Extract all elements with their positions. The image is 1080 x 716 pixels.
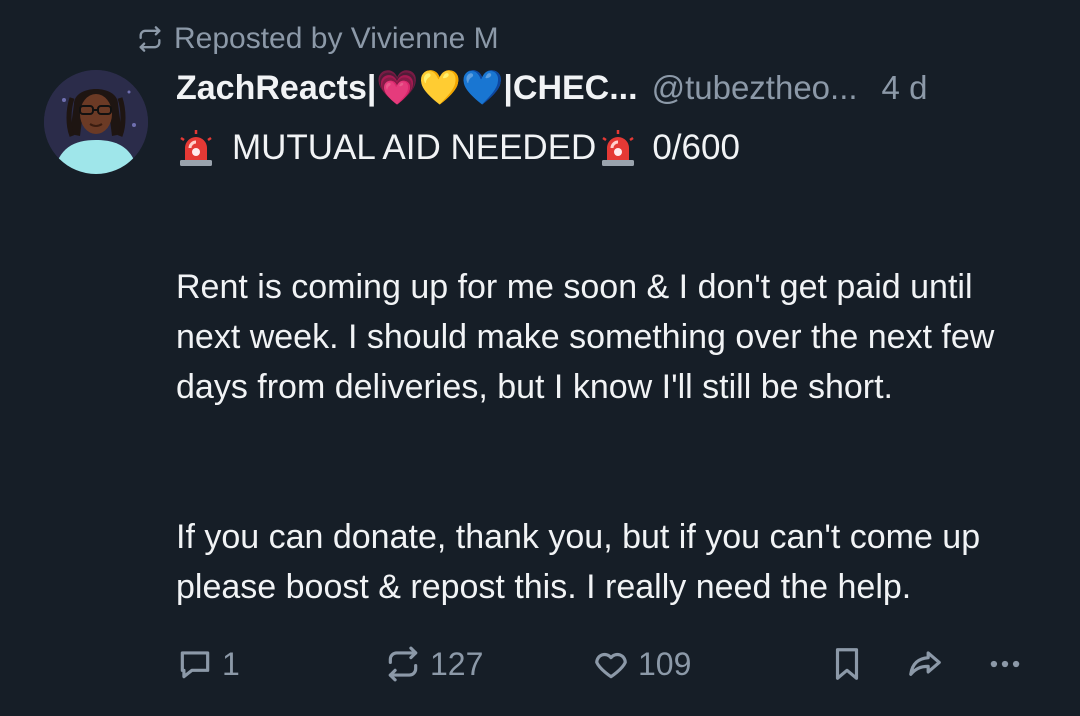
siren-icon	[180, 130, 212, 166]
avatar[interactable]	[44, 70, 148, 174]
repost-button[interactable]: 127	[384, 645, 483, 683]
more-button[interactable]	[986, 645, 1024, 683]
action-bar: 1 127 109	[172, 645, 1032, 689]
post-header: ZachReacts|💗💛💙|CHEC... @tubeztheo... 4 d	[176, 68, 1056, 116]
reply-icon	[180, 651, 210, 679]
repost-icon	[388, 646, 418, 682]
bookmark-button[interactable]	[828, 645, 866, 683]
post-content: ZachReacts|💗💛💙|CHEC... @tubeztheo... 4 d…	[176, 68, 1056, 662]
author-handle[interactable]: @tubeztheo...	[652, 69, 858, 107]
post-card[interactable]: Reposted by Vivienne M ZachReacts|💗💛💙|CH…	[0, 0, 1080, 716]
heart-icon	[595, 652, 627, 679]
post-paragraph-2: If you can donate, thank you, but if you…	[176, 518, 981, 606]
avatar-illustration	[44, 70, 148, 174]
post-paragraph-1: Rent is coming up for me soon & I don't …	[176, 268, 995, 406]
post-body: Rent is coming up for me soon & I don't …	[176, 212, 1046, 662]
repost-count: 127	[430, 645, 484, 682]
post-title-row: MUTUAL AID NEEDED 0/600	[176, 126, 1056, 170]
reply-count: 1	[222, 645, 240, 682]
share-icon	[909, 651, 941, 676]
author-display-name[interactable]: ZachReacts|💗💛💙|CHEC...	[176, 68, 638, 108]
like-button[interactable]: 109	[592, 645, 691, 683]
share-button[interactable]	[906, 645, 944, 683]
repost-indicator[interactable]: Reposted by Vivienne M	[136, 22, 499, 56]
siren-icon	[602, 130, 635, 166]
repost-label: Reposted by Vivienne M	[174, 22, 499, 55]
post-timestamp[interactable]: 4 d	[882, 69, 928, 107]
post-title: MUTUAL AID NEEDED	[232, 128, 597, 167]
bookmark-icon	[835, 648, 859, 680]
post-progress: 0/600	[652, 128, 740, 167]
more-icon	[990, 660, 1020, 668]
like-count: 109	[638, 645, 692, 682]
reply-button[interactable]: 1	[176, 645, 240, 683]
repost-small-icon	[139, 26, 161, 52]
